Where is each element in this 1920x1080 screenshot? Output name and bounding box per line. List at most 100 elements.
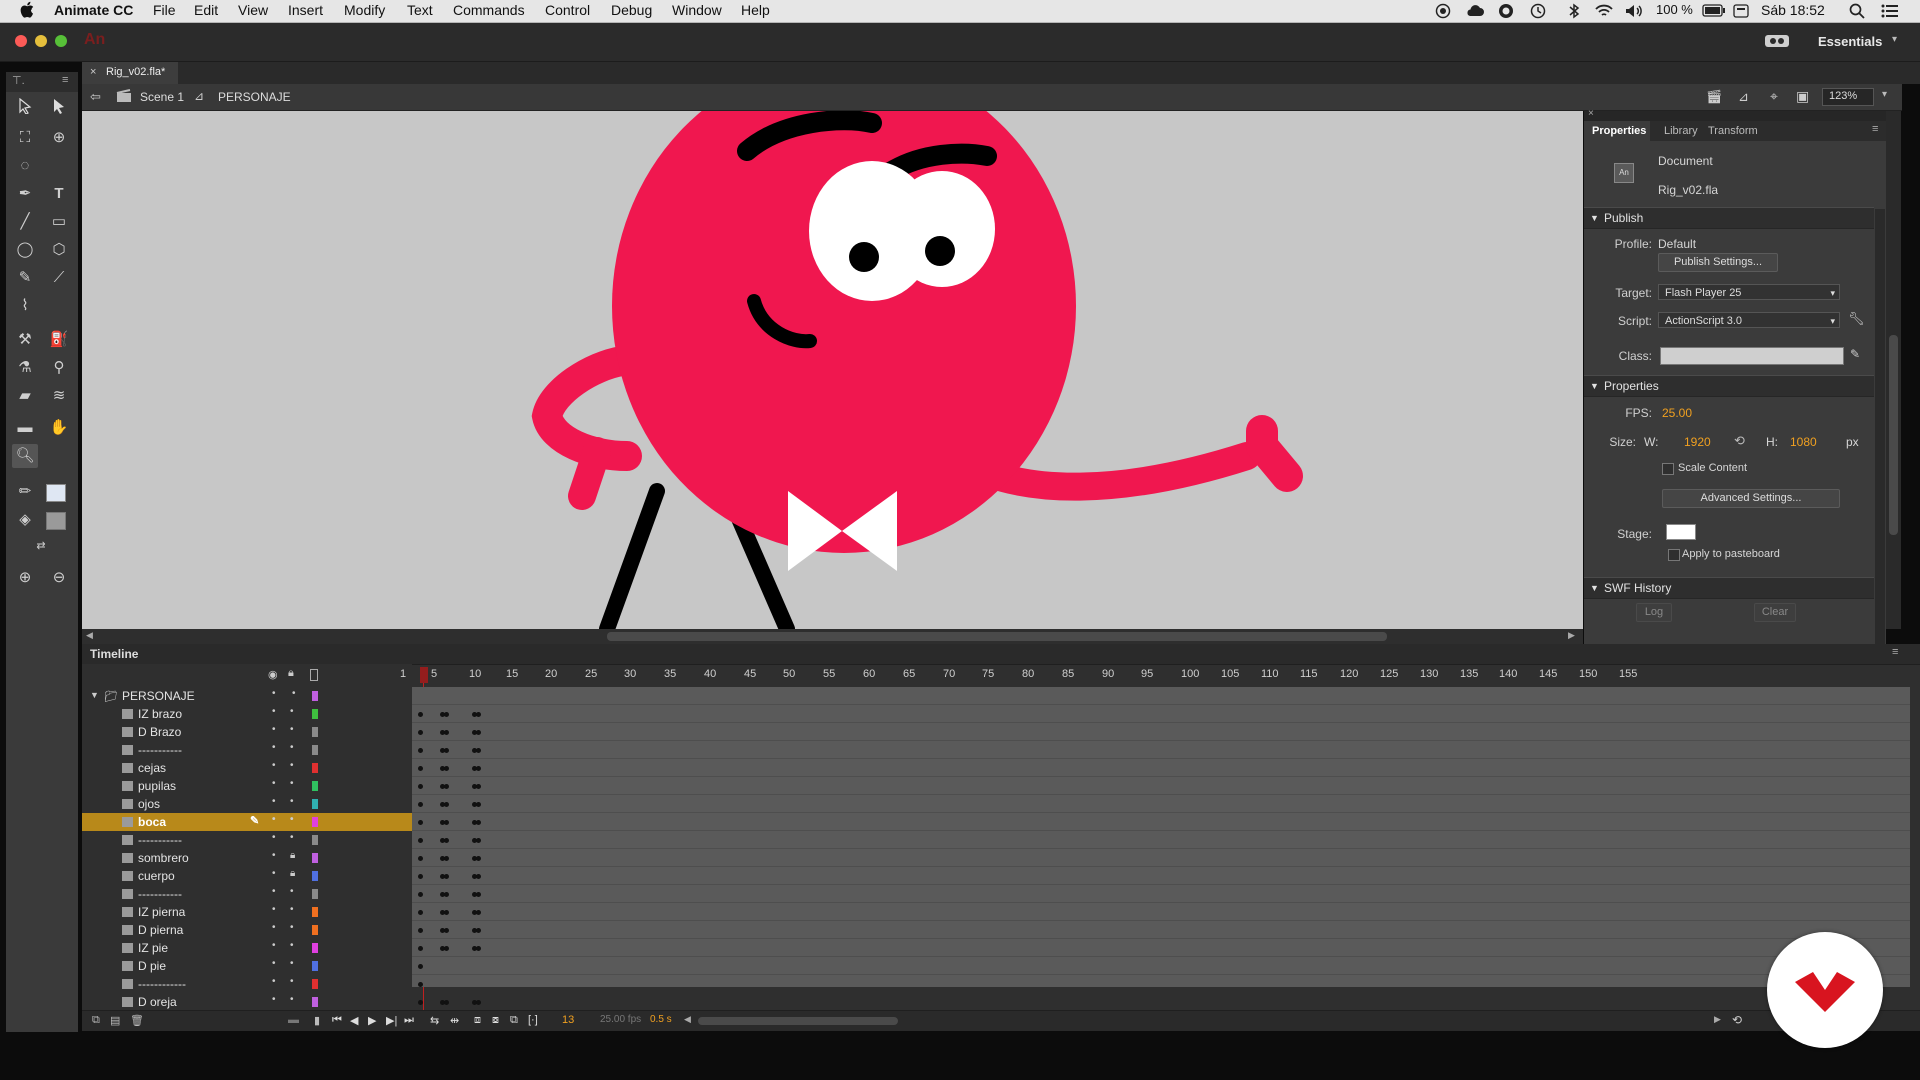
width-value[interactable]: 1920 [1684,435,1711,449]
keyframe-dot[interactable] [444,820,449,825]
keyframe-dot[interactable] [418,892,423,897]
layer-lock-dot[interactable]: • [290,940,294,951]
keyframes[interactable] [412,687,562,1005]
menu-text[interactable]: Text [407,2,433,18]
apply-pasteboard-checkbox[interactable] [1668,549,1680,561]
hand-tool-icon[interactable]: ✋ [46,416,72,440]
spotlight-search-icon[interactable] [1849,3,1865,22]
edit-class-pencil-icon[interactable]: ✎ [1850,347,1860,361]
zoom-select[interactable]: 123% [1822,88,1874,106]
pencil-tool-icon[interactable]: ✎ [12,266,38,290]
keyframe-dot[interactable] [444,712,449,717]
swap-colors-icon[interactable]: ⇄ [28,534,54,558]
playhead-handle[interactable] [420,667,428,683]
layer-visibility-dot[interactable]: • [272,832,276,843]
keyframe-dot[interactable] [476,910,481,915]
tools-menu-icon[interactable]: ≡ [62,74,68,86]
layer-outline-color[interactable] [312,745,318,755]
layer-folder[interactable]: ▼ 📁︎ PERSONAJE • • [82,687,412,705]
fill-color-icon[interactable]: ◈ [12,508,38,532]
record-icon[interactable] [1435,3,1451,22]
tab-library[interactable]: Library [1664,125,1698,137]
tab-transform[interactable]: Transform [1708,125,1758,137]
layer-row[interactable]: D pie • • [82,957,412,975]
ruler-tick-label[interactable]: 120 [1340,668,1358,680]
elapsed-time[interactable]: 0.5 s [650,1014,672,1025]
oval-tool-icon[interactable]: ◯ [12,238,38,262]
stage-color-swatch[interactable] [1666,524,1696,540]
layer-visibility-dot[interactable]: • [272,742,276,753]
keyframe-dot[interactable] [476,874,481,879]
brush-tool-icon[interactable]: ⌇ [12,294,38,318]
subselection-tool-icon[interactable] [46,98,72,122]
layer-lock-dot[interactable]: • [290,886,294,897]
keyframe-dot[interactable] [418,748,423,753]
class-input[interactable] [1660,347,1844,365]
publish-section-header[interactable]: ▼ Publish [1584,207,1874,229]
zoom-tool-icon[interactable]: 🔍︎ [12,444,38,468]
center-frame-icon[interactable]: ⇹ [450,1014,459,1027]
layer-row[interactable]: cejas • • [82,759,412,777]
stage[interactable] [82,111,1583,629]
ruler-tick-label[interactable]: 105 [1221,668,1239,680]
layer-visibility-dot[interactable]: • [272,958,276,969]
clear-button[interactable]: Clear [1754,603,1796,622]
undo-history-icon[interactable]: ⟲ [1732,1013,1742,1027]
height-value[interactable]: 1080 [1790,435,1817,449]
properties-scrollbar[interactable] [1875,209,1885,669]
edit-symbol-icon[interactable]: ⊿ [1738,89,1749,105]
step-back-icon[interactable]: ◀ [350,1014,358,1027]
stage-vscroll-thumb[interactable] [1889,335,1898,535]
layer-visibility-dot[interactable]: • [272,814,276,825]
menu-debug[interactable]: Debug [611,2,652,18]
input-source-icon[interactable] [1733,4,1749,21]
ruler-tick-label[interactable]: 115 [1300,668,1318,680]
show-all-layers-icon[interactable]: ◉ [268,668,278,681]
ruler-tick-label[interactable]: 10 [469,668,481,680]
keyframe-dot[interactable] [476,946,481,951]
ruler-tick-label[interactable]: 55 [823,668,835,680]
keyframe-dot[interactable] [418,1000,423,1005]
layer-lock-dot[interactable]: • [290,778,294,789]
minimize-window-button[interactable] [35,35,47,47]
ruler-tick-label[interactable]: 100 [1181,668,1199,680]
layer-outline-color[interactable] [312,727,318,737]
layer-visibility-dot[interactable]: • [272,724,276,735]
ruler-tick-label[interactable]: 145 [1539,668,1557,680]
layer-lock-dot[interactable]: • [290,760,294,771]
keyframe-dot[interactable] [418,982,423,987]
camera-toggle-icon[interactable]: ▬ [288,1014,299,1026]
ruler-tick-label[interactable]: 75 [982,668,994,680]
camera-tool-icon[interactable]: ▬ [12,416,38,440]
new-layer-icon[interactable]: ⧉ [92,1014,100,1027]
ruler-tick-label[interactable]: 30 [624,668,636,680]
properties-section-header[interactable]: ▼ Properties [1584,375,1874,397]
keyframe-dot[interactable] [476,802,481,807]
target-select[interactable]: Flash Player 25 ▾ [1658,284,1840,300]
scroll-right-icon[interactable]: ▶ [1568,630,1575,641]
layer-lock-dot[interactable]: • [290,724,294,735]
keyframe-dot[interactable] [444,946,449,951]
layer-row[interactable]: ----------- • • [82,831,412,849]
keyframe-dot[interactable] [444,856,449,861]
layer-row[interactable]: IZ pie • • [82,939,412,957]
zoom-window-button[interactable] [55,35,67,47]
keyframe-dot[interactable] [418,784,423,789]
keyframe-dot[interactable] [444,910,449,915]
stage-scroll-thumb[interactable] [607,632,1387,641]
layer-row[interactable]: sombrero • 🔒︎ [82,849,412,867]
edit-multiple-frames-icon[interactable]: ⧉ [510,1014,518,1027]
ruler-tick-label[interactable]: 1 [400,668,406,680]
bluetooth-icon[interactable] [1568,3,1580,22]
keyframe-dot[interactable] [476,730,481,735]
scene-breadcrumb[interactable]: Scene 1 [140,90,184,104]
stroke-color-swatch[interactable] [46,484,66,502]
layer-outline-color[interactable] [312,835,318,845]
keyframe-dot[interactable] [444,1000,449,1005]
layer-outline-color[interactable] [312,907,318,917]
wifi-icon[interactable] [1594,3,1614,22]
layer-row[interactable]: IZ pierna • • [82,903,412,921]
keyframe-dot[interactable] [476,1000,481,1005]
onion-skin-icon[interactable]: ⧈ [474,1014,481,1027]
keyframe-dot[interactable] [444,730,449,735]
